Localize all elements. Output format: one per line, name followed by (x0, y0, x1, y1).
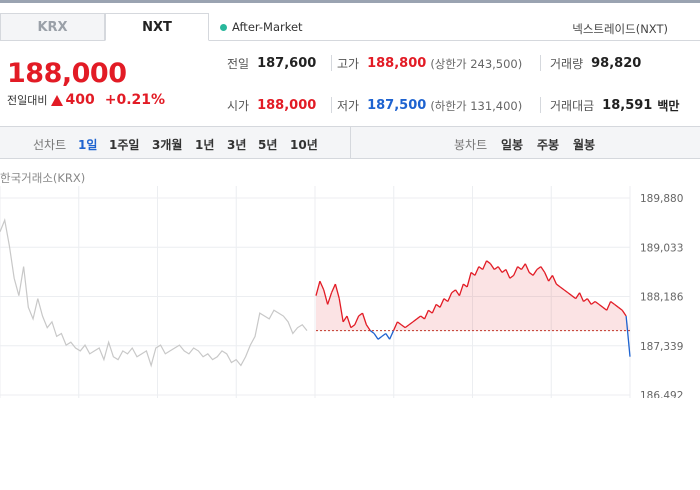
series-segment-nxt (385, 333, 391, 340)
divider (540, 55, 541, 71)
stat-label: 저가 (337, 99, 360, 113)
series-segment-nxt (377, 335, 383, 340)
period-3m[interactable]: 3개월 (152, 136, 182, 153)
period-1w[interactable]: 1주일 (109, 136, 139, 153)
divider (331, 55, 332, 71)
series-segment-nxt (381, 332, 387, 337)
series-segment-nxt (625, 315, 631, 357)
candle-chart-label: 봉차트 (454, 138, 488, 152)
stat-amount: 거래대금 18,591 백만 (550, 97, 679, 114)
stat-lower-limit: (하한가 131,400) (430, 98, 523, 113)
series-segment-nxt (373, 333, 379, 340)
status-dot-icon (220, 23, 227, 31)
period-1y[interactable]: 1년 (195, 136, 214, 153)
stat-value: 188,800 (367, 56, 427, 71)
stat-value: 188,000 (257, 98, 317, 113)
stat-label: 거래대금 (550, 99, 595, 113)
chart-period-bar: 선차트 1일 1주일 3개월 1년 3년 5년 10년 봉차트 일봉 주봉 월봉 (0, 126, 700, 159)
candle-daily[interactable]: 일봉 (501, 136, 523, 153)
period-3y[interactable]: 3년 (227, 136, 246, 153)
stat-low: 저가 187,500 (하한가 131,400) (337, 97, 522, 114)
stat-open: 시가 188,000 (227, 97, 316, 114)
stat-prev-close: 전일 187,600 (227, 55, 316, 72)
divider (540, 97, 541, 113)
y-tick-label: 189,880 (640, 193, 683, 205)
period-1d[interactable]: 1일 (78, 136, 97, 153)
session-status-text: After-Market (232, 20, 303, 34)
stat-value: 18,591 (602, 98, 653, 113)
stat-value: 187,600 (257, 56, 317, 71)
current-price: 188,000 (7, 58, 127, 89)
candle-weekly[interactable]: 주봉 (537, 136, 559, 153)
tab-nxt[interactable]: NXT (105, 13, 209, 41)
intraday-price-chart: 189,880 189,033 188,186 187,339 186,492 (0, 186, 684, 398)
up-triangle-icon (51, 94, 64, 106)
tab-underline (209, 40, 700, 41)
stat-upper-limit: (상한가 243,500) (430, 56, 523, 71)
period-10y[interactable]: 10년 (290, 136, 318, 153)
y-tick-label: 189,033 (640, 242, 683, 254)
stat-label: 거래량 (550, 57, 584, 71)
y-axis-ticks: 189,880 189,033 188,186 187,339 186,492 (640, 193, 684, 398)
stat-label: 고가 (337, 57, 360, 71)
series-line-krx (0, 217, 308, 368)
stat-unit: 백만 (657, 99, 680, 113)
y-tick-label: 187,339 (640, 341, 683, 353)
stat-value: 187,500 (367, 98, 427, 113)
stat-high: 고가 188,800 (상한가 243,500) (337, 55, 522, 72)
change-amount: 400 (65, 92, 95, 108)
price-change: 전일대비 400 +0.21% (7, 92, 165, 108)
divider (350, 127, 351, 158)
series-segment-nxt (389, 330, 395, 340)
market-label: 넥스트레이드(NXT) (572, 22, 668, 36)
candle-monthly[interactable]: 월봉 (573, 136, 595, 153)
divider (331, 97, 332, 113)
y-tick-label: 186,492 (640, 390, 683, 398)
stat-label: 전일 (227, 57, 250, 71)
stat-volume: 거래량 98,820 (550, 55, 641, 72)
tab-krx[interactable]: KRX (0, 13, 105, 41)
top-accent-bar (0, 0, 700, 3)
change-percent: +0.21% (104, 92, 166, 108)
stat-value: 98,820 (591, 56, 642, 71)
line-chart-label: 선차트 (33, 138, 67, 152)
period-5y[interactable]: 5년 (258, 136, 277, 153)
chart-title: 한국거래소(KRX) (0, 171, 86, 185)
stat-label: 시가 (227, 99, 250, 113)
change-label: 전일대비 (7, 94, 48, 107)
y-tick-label: 188,186 (640, 292, 684, 304)
exchange-tabs: KRX NXT (0, 13, 209, 41)
session-status: After-Market (220, 20, 303, 34)
